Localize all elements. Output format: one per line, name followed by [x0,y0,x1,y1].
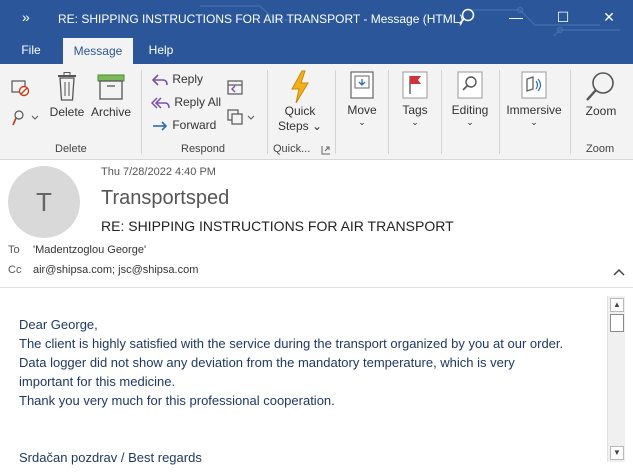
zoom-label: Zoom [585,104,617,118]
delete-group-label: Delete [55,143,87,155]
cc-label: Cc [8,264,22,276]
scroll-down-arrow-icon[interactable]: ▼ [610,446,624,460]
body-line [19,410,606,429]
reply-all-label: Reply All [174,95,222,109]
group-separator [441,70,442,154]
move-to-folder-icon [350,71,374,99]
quick-steps-label: Quick [284,104,316,118]
immersive-label: Immersive [506,103,562,117]
reply-all-button[interactable]: Reply All [150,95,222,110]
minimize-button[interactable]: — [504,6,528,28]
reply-label: Reply [172,72,204,86]
quick-steps-label-line-2: Steps ⌄ [277,119,323,133]
zoom-magnifier-icon [586,72,614,101]
lightning-bolt-icon [291,70,309,104]
dialog-launcher-icon[interactable] [321,145,331,155]
sent-date: Thu 7/28/2022 4:40 PM [101,166,216,178]
body-line: Srdačan pozdrav / Best regards [19,450,202,465]
body-line: The client is highly satisfied with the … [19,336,564,351]
meeting-reply-icon[interactable] [226,78,244,96]
body-scrollbar[interactable]: ▲ ▼ [607,296,625,462]
immersive-button[interactable]: Immersive ⌄ [503,70,565,128]
delete-label: Delete [49,105,85,119]
reply-icon [151,74,168,86]
body-line: Dear George, [19,317,98,332]
message-header: T Thu 7/28/2022 4:40 PM Transportsped RE… [0,160,633,288]
ignore-icon[interactable] [10,78,32,98]
reply-all-icon [150,97,170,109]
tab-file[interactable]: File [10,36,52,64]
trash-icon [58,72,76,101]
scroll-thumb[interactable] [610,314,624,332]
move-label: Move [347,103,377,117]
search-icon[interactable] [458,8,476,26]
tags-button[interactable]: Tags ⌄ [395,70,435,128]
message-subject: RE: SHIPPING INSTRUCTIONS FOR AIR TRANSP… [101,218,454,234]
sender-name[interactable]: Transportsped [101,187,229,210]
archive-label: Archive [90,105,131,119]
tags-label: Tags [402,103,428,117]
quick-steps-button[interactable]: Quick Steps ⌄ [275,70,325,133]
cc-recipients[interactable]: air@shipsa.com; jsc@shipsa.com [33,264,198,276]
ribbon: Delete Archive Delete Reply Reply All Fo… [0,64,633,160]
archive-icon [97,74,125,100]
find-icon [457,71,483,99]
body-line [19,429,606,448]
more-respond-icon[interactable] [226,108,258,126]
reply-button[interactable]: Reply [151,72,203,87]
zoom-button[interactable]: Zoom [578,70,624,118]
respond-group-label: Respond [181,143,226,155]
sender-avatar: T [8,166,80,238]
cleanup-icon[interactable] [10,108,42,128]
close-button[interactable]: ✕ [597,6,621,28]
scroll-up-arrow-icon[interactable]: ▲ [610,298,624,312]
quick-access-overflow-button[interactable]: » [22,9,30,25]
body-line: Thank you very much for this professiona… [19,393,335,408]
tags-dropdown-chevron: ⌄ [411,117,419,127]
to-label: To [8,244,20,256]
tab-message[interactable]: Message [63,38,133,64]
group-separator [267,70,268,154]
to-recipients[interactable]: 'Madentzoglou George' [33,244,146,256]
editing-button[interactable]: Editing ⌄ [446,70,494,128]
ribbon-tabs: File Message Help [0,36,633,64]
title-bar: » RE: SHIPPING INSTRUCTIONS FOR AIR TRAN… [0,0,633,36]
flag-tag-icon [402,71,428,99]
body-line: Data logger did not show any deviation f… [19,355,515,370]
archive-button[interactable]: Archive [88,72,134,119]
group-separator [388,70,389,154]
immersive-dropdown-chevron: ⌄ [530,117,538,127]
move-dropdown-chevron: ⌄ [358,117,366,127]
body-line: important for this medicine. [19,374,176,389]
message-body[interactable]: Dear George, The client is highly satisf… [6,293,606,465]
collapse-header-chevron-icon[interactable] [612,265,626,279]
delete-button[interactable]: Delete [48,72,86,119]
editing-label: Editing [451,103,489,117]
zoom-group-label: Zoom [586,143,615,155]
group-separator [141,70,142,154]
immersive-reader-icon [521,71,547,99]
group-separator [335,70,336,154]
forward-label: Forward [172,118,217,132]
maximize-button[interactable]: ☐ [551,6,575,28]
quick-steps-group-label: Quick... [273,143,311,155]
move-button[interactable]: Move ⌄ [342,70,382,128]
forward-button[interactable]: Forward [151,118,216,133]
forward-arrow-icon [153,121,168,131]
group-separator [570,70,571,154]
tab-help[interactable]: Help [140,36,182,64]
window-title: RE: SHIPPING INSTRUCTIONS FOR AIR TRANSP… [58,12,464,26]
editing-dropdown-chevron: ⌄ [466,117,474,127]
group-separator [499,70,500,154]
